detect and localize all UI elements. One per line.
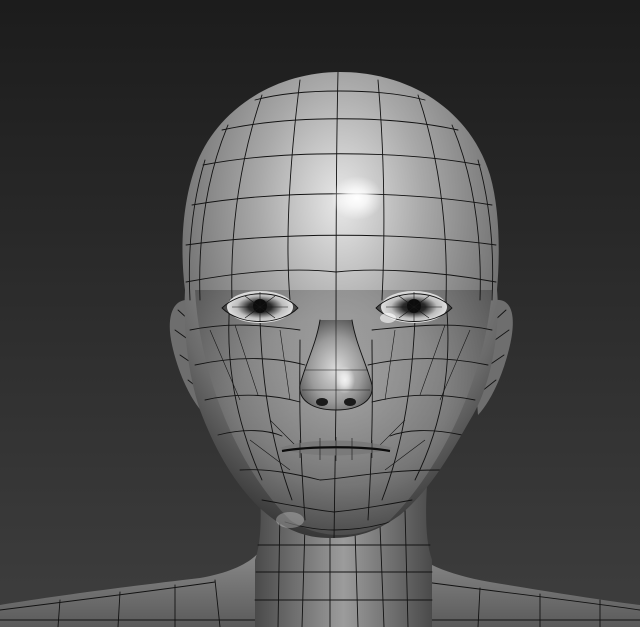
nostril-left [316,398,328,406]
3d-viewport[interactable] [0,0,640,627]
nostril-right [344,398,356,406]
jaw-highlight [276,512,304,528]
head-mesh-render[interactable] [0,0,640,627]
specular-highlight [331,176,383,220]
